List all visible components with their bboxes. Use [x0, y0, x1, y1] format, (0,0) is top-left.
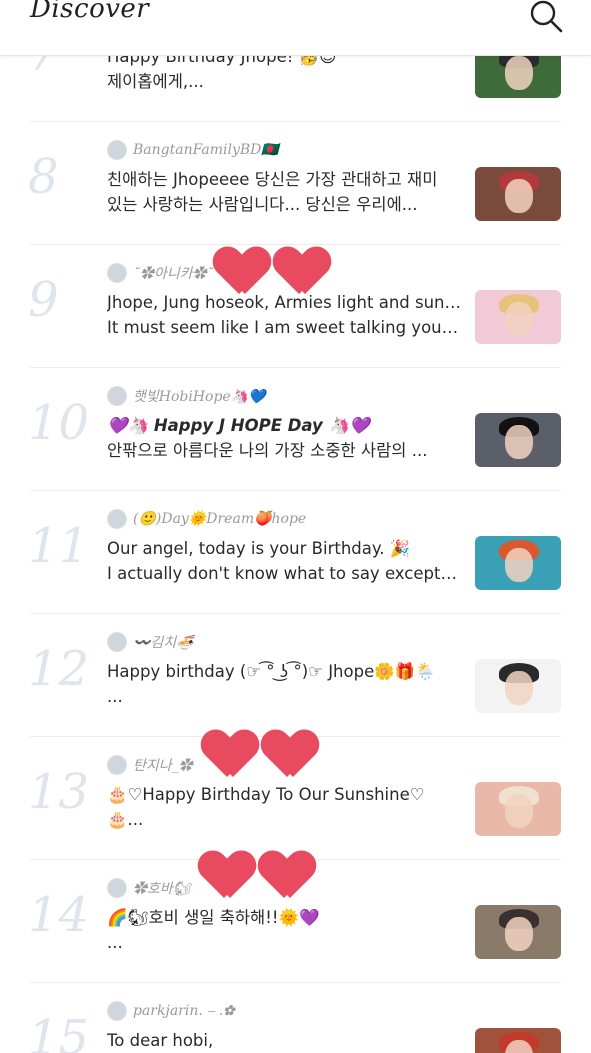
author-name[interactable]: BangtanFamilyBD🇧🇩 — [133, 142, 279, 158]
avatar[interactable] — [107, 140, 127, 160]
post-title[interactable]: To dear hobi, — [107, 1030, 462, 1052]
author-row[interactable]: ✿호바🐿 — [107, 877, 191, 899]
divider — [30, 367, 561, 368]
author-name[interactable]: 〰️김치🍜 — [133, 632, 194, 652]
avatar[interactable] — [107, 263, 127, 283]
author-name[interactable]: parkjarin. ⎯ .✿ — [133, 1003, 235, 1019]
rank-number: 14 — [28, 887, 90, 943]
rank-number: 12 — [28, 641, 90, 697]
avatar[interactable] — [107, 386, 127, 406]
post-title[interactable]: Happy birthday (☞ ͡° ͜ʖ ͡°)☞ Jhope🌼🎁🌦️ — [107, 661, 462, 683]
avatar[interactable] — [107, 632, 127, 652]
search-icon[interactable] — [528, 0, 564, 34]
avatar[interactable] — [107, 878, 127, 898]
rank-number: 9 — [28, 272, 59, 328]
author-row[interactable]: 탄지나_✿ — [107, 754, 193, 776]
divider — [30, 613, 561, 614]
divider — [30, 121, 561, 122]
author-row[interactable]: BangtanFamilyBD🇧🇩 — [107, 139, 279, 161]
post-thumbnail[interactable] — [475, 659, 561, 713]
author-name[interactable]: 햇빛HobiHope🦄💙 — [133, 386, 266, 406]
author-name[interactable]: ˘✿아니카✿˘ — [133, 263, 214, 283]
rank-number: 15 — [28, 1010, 90, 1053]
feed-entry[interactable]: 12 〰️김치🍜 Happy birthday (☞ ͡° ͜ʖ ͡°)☞ Jh… — [0, 613, 591, 736]
post-preview[interactable]: 제이홉에게,... — [107, 71, 462, 93]
post-preview[interactable]: It must seem like I am sweet talking you… — [107, 317, 462, 339]
feed-entry[interactable]: 11 (🙂)Day🌞Dream🍑hope Our angel, today is… — [0, 490, 591, 613]
heart-stickers — [203, 731, 317, 781]
heart-icon — [215, 248, 269, 298]
heart-icon — [260, 852, 314, 902]
heart-icon — [200, 852, 254, 902]
author-row[interactable]: 햇빛HobiHope🦄💙 — [107, 385, 266, 407]
author-row[interactable]: ˘✿아니카✿˘ — [107, 262, 214, 284]
avatar[interactable] — [107, 1001, 127, 1021]
rank-number: 10 — [28, 395, 90, 451]
rank-number: 11 — [28, 518, 90, 574]
divider — [30, 244, 561, 245]
heart-icon — [275, 248, 329, 298]
post-preview[interactable]: I actually don't know what to say except… — [107, 563, 462, 585]
post-thumbnail[interactable] — [475, 290, 561, 344]
post-thumbnail[interactable] — [475, 1028, 561, 1053]
post-title[interactable]: 🎂♡Happy Birthday To Our Sunshine♡ — [107, 784, 462, 806]
feed-entry[interactable]: 10 햇빛HobiHope🦄💙 💜🦄 Happy J HOPE Day 🦄💜 안팎… — [0, 367, 591, 490]
post-thumbnail[interactable] — [475, 167, 561, 221]
author-name[interactable]: 탄지나_✿ — [133, 755, 193, 775]
heart-icon — [203, 731, 257, 781]
post-thumbnail[interactable] — [475, 905, 561, 959]
author-row[interactable]: parkjarin. ⎯ .✿ — [107, 1000, 235, 1022]
post-preview[interactable]: ... — [107, 686, 462, 708]
avatar[interactable] — [107, 755, 127, 775]
author-row[interactable]: (🙂)Day🌞Dream🍑hope — [107, 508, 306, 530]
post-title[interactable]: 💜🦄 Happy J HOPE Day 🦄💜 — [107, 415, 462, 437]
avatar[interactable] — [107, 509, 127, 529]
feed-entry[interactable]: 8 BangtanFamilyBD🇧🇩 친애하는 Jhopeeee 당신은 가장… — [0, 121, 591, 244]
app-header: Discover — [0, 0, 591, 56]
author-name[interactable]: ✿호바🐿 — [133, 878, 191, 898]
heart-stickers — [215, 248, 329, 298]
post-thumbnail[interactable] — [475, 536, 561, 590]
post-title[interactable]: 친애하는 Jhopeeee 당신은 가장 관대하고 재미 — [107, 169, 462, 191]
divider — [30, 982, 561, 983]
post-thumbnail[interactable] — [475, 782, 561, 836]
post-thumbnail[interactable] — [475, 413, 561, 467]
heart-icon — [263, 731, 317, 781]
page-title: Discover — [30, 0, 150, 24]
divider — [30, 490, 561, 491]
post-preview[interactable]: 🎂... — [107, 809, 462, 831]
post-preview[interactable]: 있는 사랑하는 사람입니다... 당신은 우리에... — [107, 194, 462, 216]
post-preview[interactable]: ... — [107, 932, 462, 954]
feed-entry[interactable]: 15 parkjarin. ⎯ .✿ To dear hobi, — [0, 982, 591, 1053]
post-preview[interactable]: 안팎으로 아름다운 나의 가장 소중한 사람의 ... — [107, 440, 462, 462]
rank-number: 13 — [28, 764, 90, 820]
author-name[interactable]: (🙂)Day🌞Dream🍑hope — [133, 511, 306, 527]
rank-number: 8 — [28, 149, 59, 205]
author-row[interactable]: 〰️김치🍜 — [107, 631, 194, 653]
post-title[interactable]: Our angel, today is your Birthday. 🎉 — [107, 538, 462, 560]
heart-stickers — [200, 852, 314, 902]
post-title[interactable]: 🌈🐿호비 생일 축하해!!🌞💜 — [107, 907, 462, 929]
